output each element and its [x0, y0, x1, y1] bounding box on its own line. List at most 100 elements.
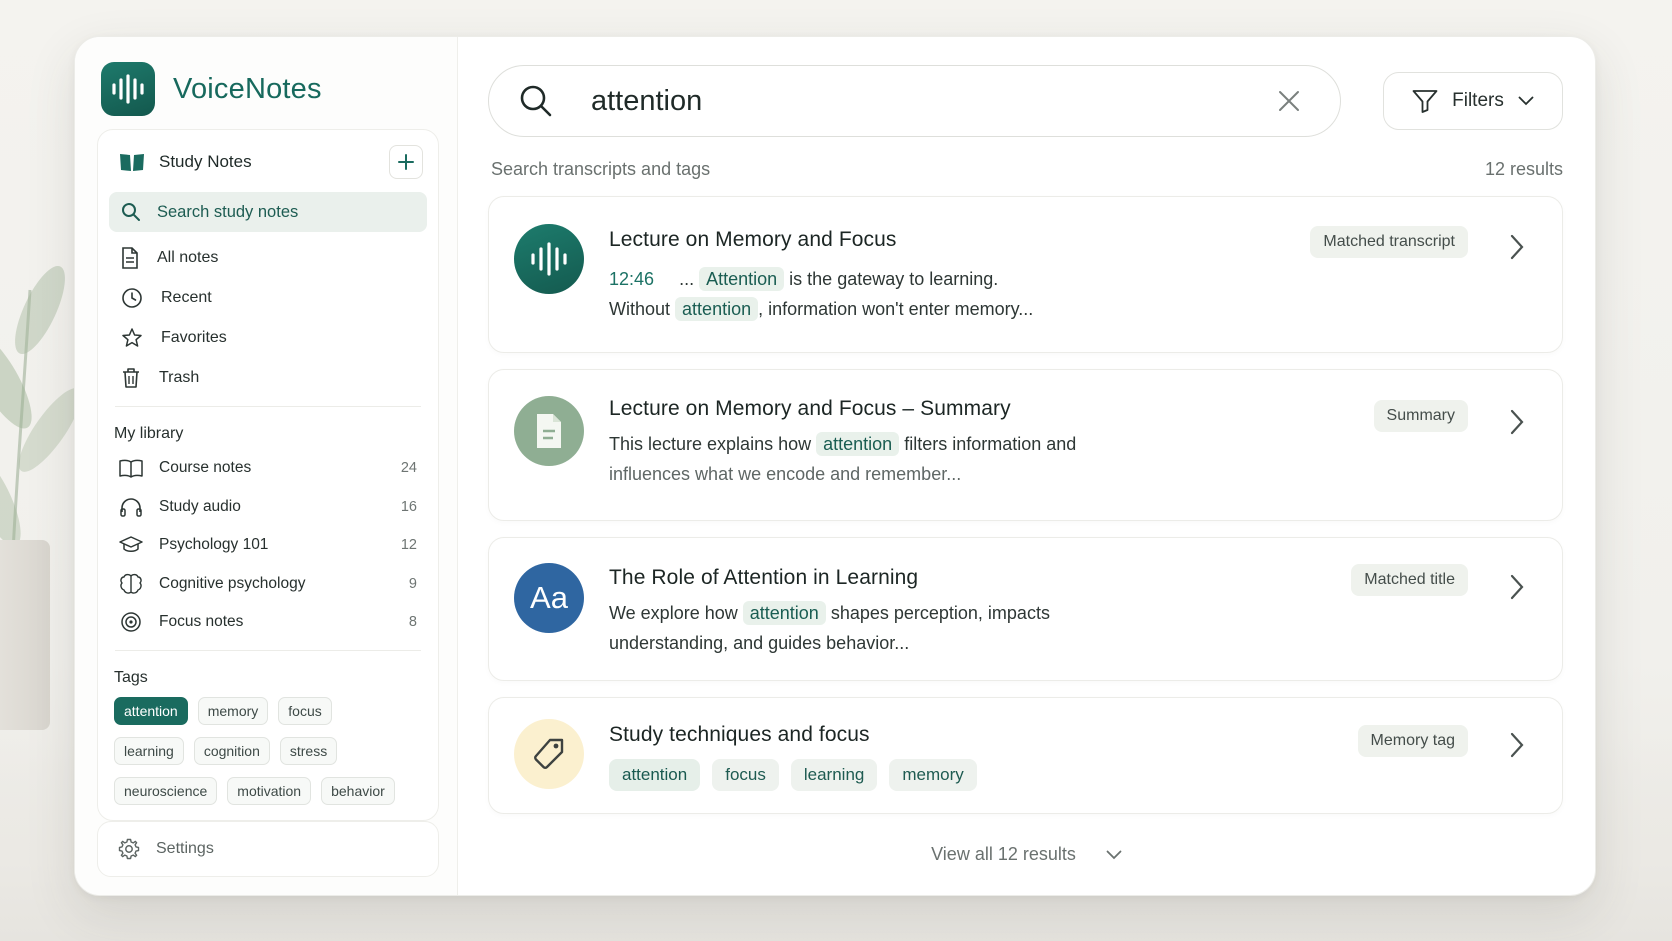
library-count: 12 — [400, 537, 417, 554]
settings-label: Settings — [156, 840, 214, 857]
chip-attention[interactable]: attention — [609, 759, 701, 791]
library-item-study-audio[interactable]: Study audio 16 — [109, 488, 427, 527]
brand-name: VoiceNotes — [173, 72, 322, 105]
brain-icon — [120, 573, 142, 594]
tag-attention[interactable]: attention — [114, 696, 188, 725]
matched-tags: attention focus learning memory — [609, 759, 1462, 791]
library-item-focus-notes[interactable]: Focus notes 8 — [109, 603, 427, 642]
clear-search-icon[interactable] — [1278, 90, 1300, 112]
document-icon — [514, 396, 584, 466]
match-badge: Summary — [1373, 400, 1468, 432]
result-snippet-line: 12:46 ... Attention is the gateway to le… — [609, 264, 1462, 294]
sidebar: VoiceNotes Study Notes Search study note… — [75, 37, 458, 895]
snippet-text: filters information and — [904, 434, 1077, 454]
result-body: The Role of Attention in Learning We exp… — [609, 538, 1462, 658]
notebook-panel: Study Notes Search study notes All notes… — [97, 129, 439, 821]
divider — [115, 406, 421, 407]
library-label: Course notes — [159, 459, 252, 477]
result-title: Lecture on Memory and Focus – Summary — [609, 397, 1011, 420]
chip-learning[interactable]: learning — [790, 759, 878, 791]
results-count: 12 results — [1484, 159, 1563, 179]
tag-behavior[interactable]: behavior — [321, 776, 395, 805]
result-card[interactable]: Aa The Role of Attention in Learning We … — [488, 537, 1563, 681]
search-study-notes-label: Search study notes — [157, 202, 299, 221]
library-label: Focus notes — [159, 613, 244, 631]
library-item-cognitive-psychology[interactable]: Cognitive psychology 9 — [109, 565, 427, 604]
waveform-icon — [514, 224, 584, 294]
chevron-down-icon — [1106, 850, 1122, 859]
waveform-logo-icon — [101, 62, 155, 116]
chevron-right-icon[interactable] — [1508, 731, 1526, 759]
library-item-psychology-101[interactable]: Psychology 101 12 — [109, 526, 427, 565]
result-card[interactable]: Lecture on Memory and Focus – Summary Th… — [488, 369, 1563, 521]
search-input[interactable] — [591, 84, 1278, 118]
chevron-right-icon[interactable] — [1508, 233, 1526, 261]
chevron-right-icon[interactable] — [1508, 573, 1526, 601]
highlight-match: attention — [816, 432, 900, 456]
library-count: 24 — [400, 460, 417, 477]
text-type-icon: Aa — [514, 563, 584, 633]
search-meta: Search transcripts and tags 12 results — [488, 159, 1565, 180]
timestamp[interactable]: 12:46 — [609, 269, 654, 289]
chip-focus[interactable]: focus — [712, 759, 779, 791]
pot-decoration — [0, 540, 50, 730]
search-box[interactable] — [488, 65, 1341, 137]
notebook-header[interactable]: Study Notes — [109, 140, 427, 184]
snippet-text: This lecture explains how — [609, 434, 812, 454]
filter-icon — [1412, 90, 1438, 113]
snippet-text: , information won't enter memory... — [758, 299, 1034, 319]
main-panel: Filters Search transcripts and tags 12 r… — [458, 37, 1595, 895]
result-card[interactable]: Study techniques and focus attention foc… — [488, 697, 1563, 814]
search-study-notes[interactable]: Search study notes — [109, 192, 427, 232]
library-label: Study audio — [159, 497, 241, 515]
nav-label: All notes — [157, 249, 219, 266]
filters-button[interactable]: Filters — [1383, 72, 1563, 130]
add-note-button[interactable] — [389, 145, 423, 179]
result-snippet-line: This lecture explains how attention filt… — [609, 429, 1462, 459]
trash-icon — [123, 368, 139, 388]
library-count: 9 — [408, 575, 417, 592]
tag-stress[interactable]: stress — [279, 736, 338, 765]
tag-learning[interactable]: learning — [114, 736, 184, 765]
result-snippet-line: Without attention, information won't ent… — [609, 294, 1462, 324]
library-title: My library — [114, 425, 184, 442]
library-item-course-notes[interactable]: Course notes 24 — [109, 449, 427, 488]
nav-item-all-notes[interactable]: All notes — [109, 238, 427, 278]
settings-button[interactable]: Settings — [97, 821, 439, 877]
clock-icon — [122, 288, 142, 308]
search-row: Filters — [488, 65, 1565, 137]
tags-title: Tags — [114, 668, 148, 686]
result-snippet-line: influences what we encode and remember..… — [609, 464, 962, 484]
nav-item-trash[interactable]: Trash — [109, 358, 427, 398]
chevron-right-icon[interactable] — [1508, 408, 1526, 436]
headphones-icon — [120, 497, 142, 517]
nav-list: All notes Recent Favorites Trash — [109, 238, 427, 398]
tag-motivation[interactable]: motivation — [227, 776, 312, 805]
book-open-icon — [119, 459, 143, 478]
match-badge: Memory tag — [1357, 725, 1468, 757]
search-icon — [520, 85, 552, 117]
result-card[interactable]: Lecture on Memory and Focus 12:46 ... At… — [488, 196, 1563, 353]
snippet-text: We explore how — [609, 603, 738, 623]
highlight-match: Attention — [699, 267, 785, 291]
brand[interactable]: VoiceNotes — [101, 61, 439, 117]
library-label: Psychology 101 — [159, 536, 269, 554]
tag-list: attention memory focus learning cognitio… — [109, 693, 409, 805]
result-snippet-line: We explore how attention shapes percepti… — [609, 598, 1462, 628]
plus-icon — [398, 154, 414, 170]
tag-focus[interactable]: focus — [278, 696, 332, 725]
result-body: Lecture on Memory and Focus 12:46 ... At… — [609, 197, 1462, 324]
chip-memory[interactable]: memory — [889, 759, 977, 791]
snippet-text: ... — [679, 269, 695, 289]
highlight-match: attention — [675, 297, 759, 321]
tag-cognition[interactable]: cognition — [193, 736, 270, 765]
chevron-down-icon — [1518, 96, 1534, 106]
view-all-results-button[interactable]: View all 12 results — [488, 844, 1565, 865]
tag-memory[interactable]: memory — [197, 696, 269, 725]
result-body: Study techniques and focus attention foc… — [609, 698, 1462, 791]
app-window: VoiceNotes Study Notes Search study note… — [74, 36, 1596, 896]
tag-neuroscience[interactable]: neuroscience — [114, 776, 218, 805]
nav-item-recent[interactable]: Recent — [109, 278, 427, 318]
nav-item-favorites[interactable]: Favorites — [109, 318, 427, 358]
notebook-title: Study Notes — [159, 152, 252, 171]
